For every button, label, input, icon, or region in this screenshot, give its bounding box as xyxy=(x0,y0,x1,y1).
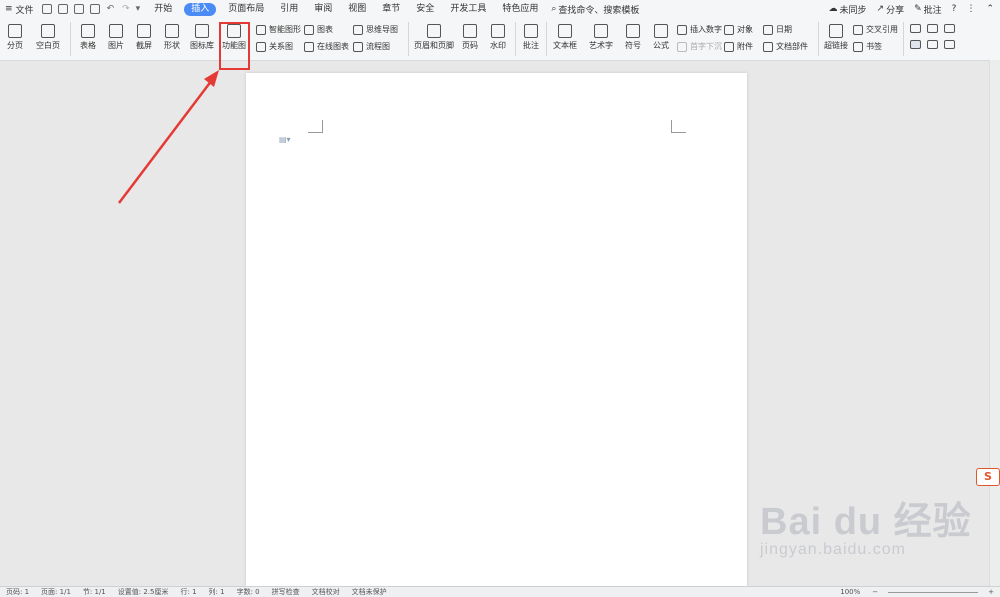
zoom-slider[interactable] xyxy=(888,591,979,593)
margin-corner-top-right xyxy=(671,120,686,133)
paragraph-icon[interactable]: ▤▾ xyxy=(279,135,291,144)
status-bar: 页码: 1 页面: 1/1 节: 1/1 设置值: 2.5厘米 行: 1 列: … xyxy=(0,586,1000,597)
zoom-out-icon[interactable]: − xyxy=(866,588,884,596)
watermark-main-text: Bai du 经验 xyxy=(760,501,972,543)
baidu-watermark: Bai du 经验 jingyan.baidu.com xyxy=(760,490,972,559)
document-page[interactable]: ▤▾ xyxy=(246,73,747,586)
vertical-scrollbar[interactable] xyxy=(989,60,1000,586)
sogou-icon[interactable]: S xyxy=(976,468,1000,486)
margin-corner-top-left xyxy=(308,120,323,133)
zoom-level[interactable]: 100% xyxy=(834,588,866,596)
zoom-in-icon[interactable]: + xyxy=(982,588,1000,596)
